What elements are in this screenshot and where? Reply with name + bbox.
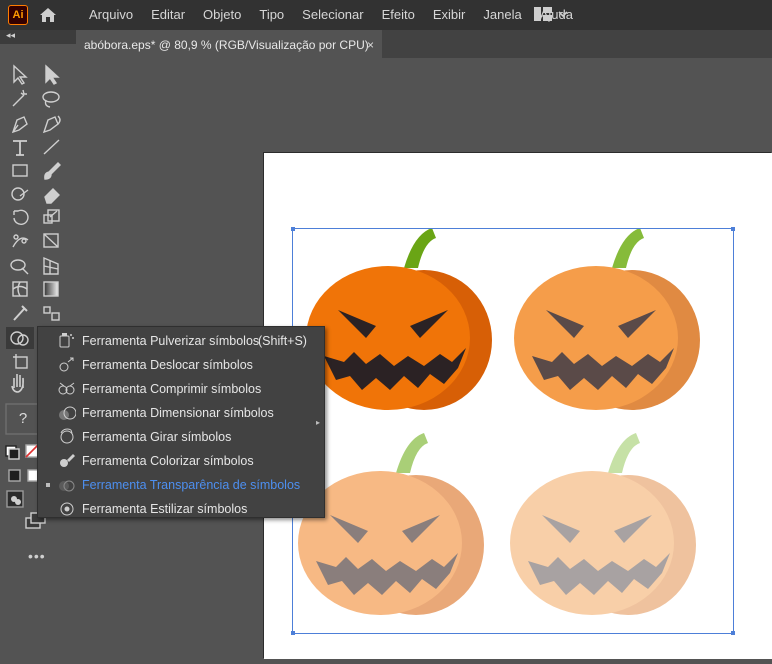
symbol-spinner-icon xyxy=(60,428,74,444)
perspective-grid-tool[interactable] xyxy=(43,256,59,275)
flyout-item-label: Ferramenta Dimensionar símbolos xyxy=(82,406,274,420)
menu-exibir[interactable]: Exibir xyxy=(424,0,475,30)
active-bullet-icon xyxy=(46,483,50,487)
close-tab-icon[interactable]: × xyxy=(367,30,374,60)
magic-wand-tool[interactable] xyxy=(12,89,27,107)
rotate-tool[interactable] xyxy=(13,209,29,226)
flyout-item-symbol-sizer[interactable]: Ferramenta Dimensionar símbolos xyxy=(38,401,324,425)
symbol-shifter-icon xyxy=(59,357,74,372)
direct-selection-tool[interactable] xyxy=(45,64,60,85)
app-logo: Ai xyxy=(8,5,28,25)
curvature-tool[interactable] xyxy=(42,115,61,134)
flyout-item-label: Ferramenta Comprimir símbolos xyxy=(82,382,262,396)
symbol-tools-flyout: Ferramenta Pulverizar símbolos (Shift+S) F… xyxy=(37,326,325,518)
document-tab[interactable]: abóbora.eps* @ 80,9 % (RGB/Visualização … xyxy=(76,30,382,60)
line-segment-tool[interactable] xyxy=(43,139,60,155)
menu-selecionar[interactable]: Selecionar xyxy=(293,0,372,30)
collapse-toolbox-icon[interactable]: ◂◂ xyxy=(6,30,15,41)
workspace-switcher-icon xyxy=(534,7,552,21)
symbol-sizer-icon xyxy=(59,406,76,420)
flyout-item-symbol-styler[interactable]: Ferramenta Estilizar símbolos xyxy=(38,497,324,521)
workspace-switcher[interactable] xyxy=(534,7,568,21)
symbol-screener-icon xyxy=(59,480,75,492)
flyout-item-label: Ferramenta Transparência de símbolos xyxy=(82,478,301,492)
help-button[interactable]: ? xyxy=(6,404,40,434)
menu-objeto[interactable]: Objeto xyxy=(194,0,250,30)
shaper-tool[interactable] xyxy=(11,187,29,201)
type-tool[interactable] xyxy=(13,140,27,156)
paintbrush-tool[interactable] xyxy=(44,162,61,180)
flyout-item-shortcut: (Shift+S) xyxy=(258,334,307,348)
selection-handle[interactable] xyxy=(731,227,735,231)
pen-tool[interactable] xyxy=(11,116,28,134)
symbol-styler-icon xyxy=(60,502,74,516)
selection-tool[interactable] xyxy=(13,64,28,85)
lasso-tool[interactable] xyxy=(42,91,60,108)
flyout-item-symbol-screener[interactable]: Ferramenta Transparência de símbolos xyxy=(38,473,324,497)
menu-editar[interactable]: Editar xyxy=(142,0,194,30)
menu-bar: Ai Arquivo Editar Objeto Tipo Selecionar Efei… xyxy=(0,0,772,30)
flyout-item-label: Ferramenta Girar símbolos xyxy=(82,430,232,444)
mesh-tool[interactable] xyxy=(12,281,28,297)
menu-arquivo[interactable]: Arquivo xyxy=(80,0,142,30)
main-menu: Arquivo Editar Objeto Tipo Selecionar Efeito E… xyxy=(80,0,582,30)
scale-tool[interactable] xyxy=(43,209,60,224)
flyout-item-symbol-stainer[interactable]: Ferramenta Colorizar símbolos xyxy=(38,449,324,473)
blend-tool[interactable] xyxy=(43,306,60,321)
chevron-down-icon xyxy=(558,11,568,18)
gradient-tool[interactable] xyxy=(43,281,59,297)
eraser-tool[interactable] xyxy=(44,188,60,204)
selection-handle[interactable] xyxy=(291,227,295,231)
selection-handle[interactable] xyxy=(291,631,295,635)
flyout-item-label: Ferramenta Colorizar símbolos xyxy=(82,454,254,468)
rectangle-tool[interactable] xyxy=(12,164,28,177)
flyout-item-symbol-sprayer[interactable]: Ferramenta Pulverizar símbolos (Shift+S) xyxy=(38,329,324,353)
flyout-item-symbol-spinner[interactable]: Ferramenta Girar símbolos xyxy=(38,425,324,449)
shape-builder-tool[interactable] xyxy=(10,259,29,275)
eyedropper-tool[interactable] xyxy=(13,305,28,321)
flyout-tearoff-arrow-icon[interactable]: ▸ xyxy=(316,418,320,427)
symbol-sprayer-icon xyxy=(59,333,74,348)
puppet-warp-tool[interactable] xyxy=(12,234,29,248)
flyout-item-label: Ferramenta Estilizar símbolos xyxy=(82,502,248,516)
hand-tool[interactable] xyxy=(11,374,24,393)
menu-efeito[interactable]: Efeito xyxy=(373,0,424,30)
flyout-item-symbol-scruncher[interactable]: Ferramenta Comprimir símbolos xyxy=(38,377,324,401)
menu-tipo[interactable]: Tipo xyxy=(250,0,293,30)
more-tools-icon[interactable]: ••• xyxy=(28,548,46,564)
menu-janela[interactable]: Janela xyxy=(474,0,530,30)
symbol-scruncher-icon xyxy=(58,382,75,395)
document-tab-title: abóbora.eps* @ 80,9 % (RGB/Visualização … xyxy=(84,38,369,52)
free-transform-tool[interactable] xyxy=(43,233,59,248)
selection-bounding-box[interactable] xyxy=(291,227,735,635)
artboard-tool[interactable] xyxy=(13,354,28,369)
home-icon[interactable] xyxy=(38,5,58,30)
flyout-item-symbol-shifter[interactable]: Ferramenta Deslocar símbolos xyxy=(38,353,324,377)
symbol-stainer-icon xyxy=(60,454,75,467)
flyout-item-label: Ferramenta Pulverizar símbolos xyxy=(82,334,260,348)
flyout-item-label: Ferramenta Deslocar símbolos xyxy=(82,358,253,372)
selection-handle[interactable] xyxy=(731,631,735,635)
